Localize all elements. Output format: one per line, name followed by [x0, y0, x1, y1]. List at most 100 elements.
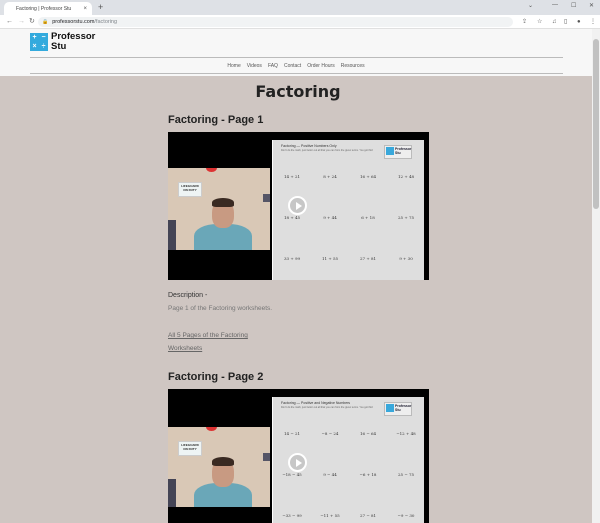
- problem: 8 + 24: [323, 174, 337, 179]
- play-icon[interactable]: [288, 453, 307, 472]
- video-player-page-2[interactable]: LIFEGUARD ON DUTY Factoring — Positive a…: [168, 389, 429, 523]
- lifeguard-sign: LIFEGUARD ON DUTY: [178, 441, 202, 456]
- problem: −11 + 55: [320, 513, 340, 518]
- share-icon[interactable]: ⇪: [522, 18, 527, 26]
- main-nav: Home Videos FAQ Contact Order Hours Reso…: [0, 63, 592, 69]
- scrollbar-thumb[interactable]: [593, 39, 599, 209]
- media-control-icon[interactable]: ♫: [552, 18, 557, 26]
- problem: 9 + 44: [323, 215, 337, 220]
- play-icon[interactable]: [288, 196, 307, 215]
- browser-tab-bar: Factoring | Professor Stu × + ⌄ — ☐ ✕: [0, 0, 600, 15]
- address-bar-row: ← → ↻ 🔒 professorstu.com/factoring ⇪ ☆ ♫…: [0, 15, 600, 29]
- worksheet-logo-text: Professor Stu: [395, 404, 412, 412]
- problem: −8 − 24: [321, 431, 339, 436]
- problem: 25 − 75: [397, 472, 415, 477]
- video-player-page-1[interactable]: LIFEGUARD ON DUTY Factoring — Positive N…: [168, 132, 429, 280]
- problem: 9 − 44: [323, 472, 337, 477]
- problem: 27 + 81: [359, 256, 377, 261]
- lifeguard-sign: LIFEGUARD ON DUTY: [178, 182, 202, 197]
- problem: −9 − 30: [397, 513, 415, 518]
- worksheet-title: Factoring — Positive and Negative Number…: [281, 401, 351, 405]
- nav-contact[interactable]: Contact: [284, 63, 301, 69]
- times-glyph: ×: [32, 43, 37, 50]
- side-panel-icon[interactable]: ▯: [564, 18, 567, 26]
- problem: 33 + 99: [283, 256, 301, 261]
- worksheet-logo-icon: [386, 147, 394, 155]
- all-pages-link[interactable]: All 5 Pages of the Factoring Worksheets: [168, 330, 268, 355]
- worksheet-logo: Professor Stu: [384, 145, 412, 159]
- webcam-feed: LIFEGUARD ON DUTY: [168, 427, 270, 507]
- stop-sign: [206, 427, 217, 431]
- problem: 12 + 48: [397, 174, 415, 179]
- lock-icon[interactable]: 🔒: [42, 19, 48, 25]
- url-path: /factoring: [94, 19, 118, 25]
- site-logo-text[interactable]: Professor Stu: [51, 32, 95, 52]
- logo-icon[interactable]: + − × ÷: [30, 33, 48, 51]
- nav-faq[interactable]: FAQ: [268, 63, 278, 69]
- close-tab-icon[interactable]: ×: [83, 6, 87, 12]
- nav-order-hours[interactable]: Order Hours: [307, 63, 335, 69]
- minimize-button[interactable]: —: [552, 2, 558, 8]
- worksheet-subtitle: Don't do the math, just factor out all t…: [281, 149, 374, 152]
- problem-grid: 14 + 21 8 + 24 16 + 64 12 + 48 18 + 45 9…: [273, 174, 425, 261]
- nav-home[interactable]: Home: [227, 63, 240, 69]
- description-text: Page 1 of the Factoring worksheets.: [168, 305, 273, 312]
- problem: 16 − 64: [359, 431, 377, 436]
- bookmark-star-icon[interactable]: ☆: [537, 18, 542, 26]
- tab-title: Factoring | Professor Stu: [16, 5, 72, 12]
- problem: 25 + 75: [397, 215, 415, 220]
- plus-glyph: +: [32, 34, 37, 41]
- browser-tab[interactable]: Factoring | Professor Stu ×: [4, 2, 92, 15]
- presenter-hair: [212, 457, 234, 466]
- problem: −33 − 99: [282, 513, 302, 518]
- stop-sign: [206, 168, 217, 172]
- problem: −6 + 18: [359, 472, 377, 477]
- maximize-button[interactable]: ☐: [571, 2, 576, 9]
- worksheet-logo-text: Professor Stu: [395, 147, 412, 155]
- page-scrollbar[interactable]: [592, 29, 600, 523]
- problem: −18 − 45: [282, 472, 302, 477]
- wall-frame: [263, 453, 270, 461]
- shelf: [168, 220, 176, 250]
- presenter-hair: [212, 198, 234, 207]
- nav-videos[interactable]: Videos: [247, 63, 262, 69]
- shelf: [168, 479, 176, 507]
- webcam-feed: LIFEGUARD ON DUTY: [168, 168, 270, 250]
- close-window-button[interactable]: ✕: [589, 2, 594, 9]
- problem: 18 + 45: [283, 215, 301, 220]
- logo-line-2: Stu: [51, 41, 67, 52]
- header-divider-top: [30, 57, 563, 58]
- header-divider-bottom: [30, 73, 563, 74]
- divide-glyph: ÷: [41, 43, 46, 50]
- problem: 14 + 21: [283, 174, 301, 179]
- section-title-page-1: Factoring - Page 1: [168, 114, 264, 126]
- problem-grid: 14 − 21 −8 − 24 16 − 64 −12 + 48 −18 − 4…: [273, 431, 425, 518]
- worksheet-logo: Professor Stu: [384, 402, 412, 416]
- problem: 27 − 81: [359, 513, 377, 518]
- worksheet-subtitle: Don't do the math, just factor out all t…: [281, 406, 374, 409]
- worksheet-title: Factoring — Positive Numbers Only: [281, 144, 337, 148]
- problem: 16 + 64: [359, 174, 377, 179]
- wall-frame: [263, 194, 270, 202]
- url-input[interactable]: 🔒 professorstu.com/factoring: [38, 17, 513, 27]
- forward-button[interactable]: →: [18, 17, 25, 26]
- problem: 14 − 21: [283, 431, 301, 436]
- site-header: + − × ÷ Professor Stu Home Videos FAQ Co…: [0, 29, 592, 76]
- nav-resources[interactable]: Resources: [341, 63, 365, 69]
- back-button[interactable]: ←: [6, 17, 13, 26]
- worksheet-logo-icon: [386, 404, 394, 412]
- problem: 6 + 18: [361, 215, 375, 220]
- problem: 9 + 30: [399, 256, 413, 261]
- browser-menu-icon[interactable]: ⋮: [590, 18, 596, 26]
- description-label: Description -: [168, 292, 208, 299]
- problem: −12 + 48: [396, 431, 416, 436]
- profile-icon[interactable]: ●: [577, 18, 581, 26]
- new-tab-button[interactable]: +: [98, 3, 103, 12]
- url-host: professorstu.com: [52, 19, 95, 25]
- minus-glyph: −: [41, 34, 46, 41]
- page-title: Factoring: [255, 82, 341, 101]
- reload-button[interactable]: ↻: [29, 17, 35, 26]
- section-title-page-2: Factoring - Page 2: [168, 371, 264, 383]
- tab-search-icon[interactable]: ⌄: [528, 2, 533, 9]
- problem: 11 + 55: [321, 256, 339, 261]
